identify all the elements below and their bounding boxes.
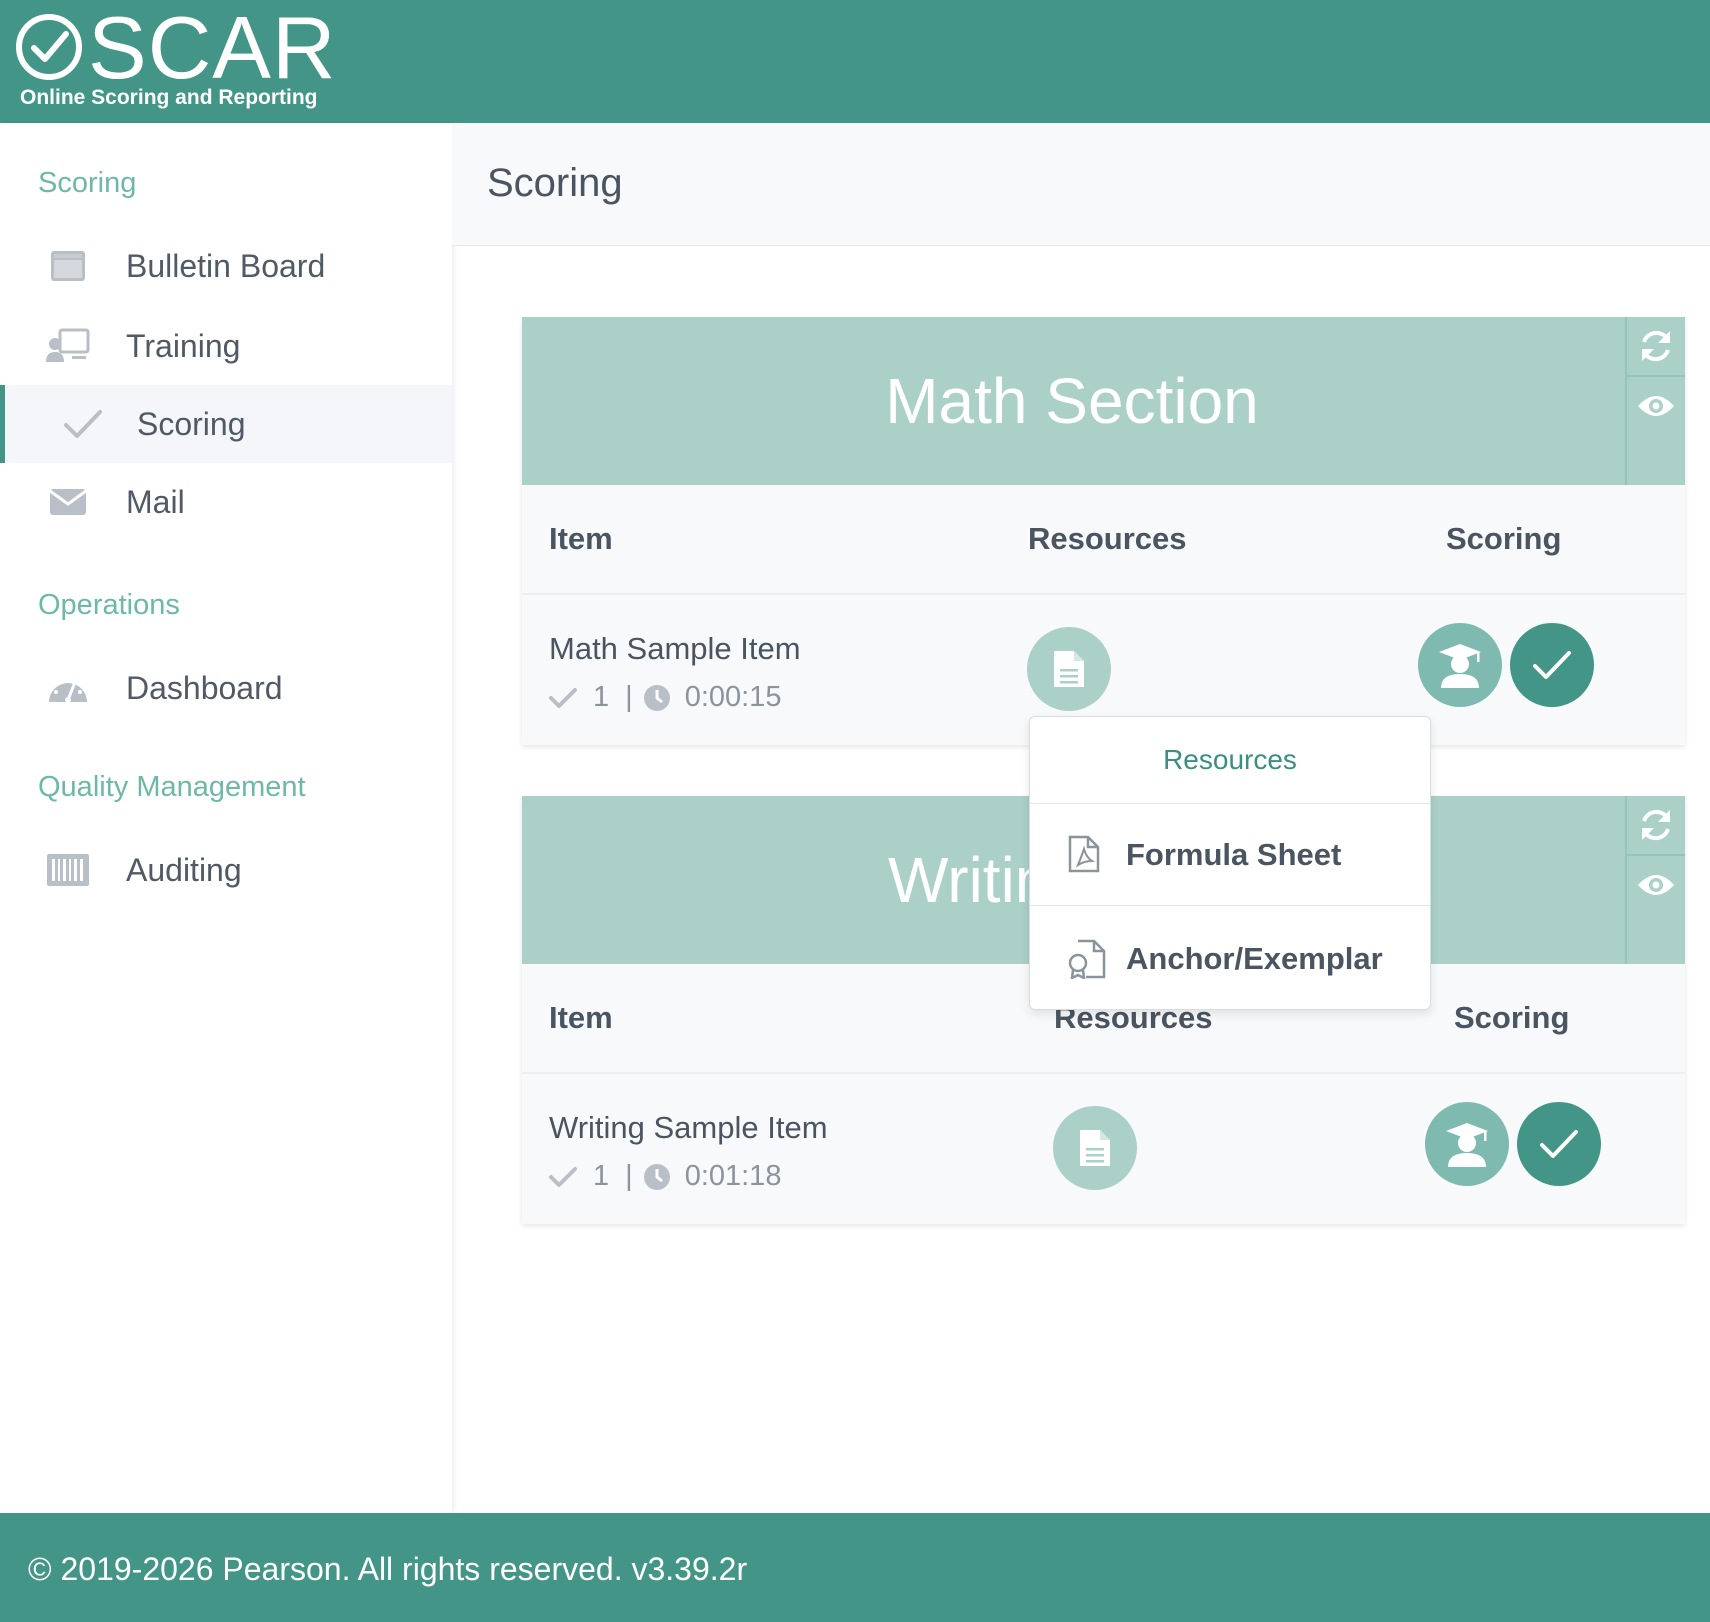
dropdown-item-label: Formula Sheet bbox=[1126, 837, 1342, 872]
envelope-icon bbox=[46, 483, 90, 521]
presentation-icon bbox=[46, 327, 90, 365]
view-button[interactable] bbox=[1627, 377, 1685, 435]
sidebar-item-dashboard[interactable]: Dashboard bbox=[0, 649, 452, 727]
item-meta: 1 | 0:00:15 bbox=[549, 681, 781, 714]
sidebar-item-mail[interactable]: Mail bbox=[0, 463, 452, 541]
resources-dropdown: Resources Formula Sheet Anchor/Exemplar bbox=[1029, 716, 1431, 1010]
file-icon bbox=[1054, 651, 1084, 687]
resources-button[interactable] bbox=[1053, 1106, 1137, 1190]
refresh-button[interactable] bbox=[1627, 317, 1685, 377]
logo-wordmark: SCAR bbox=[88, 0, 337, 97]
app-header: SCAR Online Scoring and Reporting bbox=[0, 0, 1710, 123]
eye-icon bbox=[1638, 875, 1674, 895]
check-icon bbox=[61, 405, 105, 443]
score-button[interactable] bbox=[1510, 623, 1594, 707]
score-button[interactable] bbox=[1517, 1102, 1601, 1186]
check-icon bbox=[1540, 1130, 1578, 1158]
view-button[interactable] bbox=[1627, 856, 1685, 914]
training-score-button[interactable] bbox=[1418, 623, 1502, 707]
page-title: Scoring bbox=[487, 161, 623, 205]
logo-subtitle: Online Scoring and Reporting bbox=[20, 86, 318, 109]
sidebar-item-auditing[interactable]: Auditing bbox=[0, 831, 452, 909]
column-header-scoring: Scoring bbox=[1454, 1000, 1570, 1035]
sidebar: Scoring Bulletin Board Training Scoring … bbox=[0, 123, 452, 1513]
section-card-math: Math Section Item Resources Scoring Math… bbox=[522, 317, 1685, 745]
sidebar-item-label: Training bbox=[126, 327, 241, 364]
sidebar-item-label: Dashboard bbox=[126, 669, 283, 706]
dropdown-item-label: Anchor/Exemplar bbox=[1126, 941, 1383, 976]
dropdown-header: Resources bbox=[1030, 717, 1430, 804]
item-count: 1 bbox=[593, 681, 610, 713]
graduate-icon bbox=[1439, 644, 1481, 688]
dropdown-item-anchor-exemplar[interactable]: Anchor/Exemplar bbox=[1030, 907, 1430, 1009]
meta-separator: | bbox=[625, 1160, 633, 1192]
item-time: 0:01:18 bbox=[684, 1160, 782, 1192]
barcode-icon bbox=[46, 851, 90, 889]
gauge-icon bbox=[46, 669, 90, 707]
check-icon bbox=[549, 687, 577, 708]
resources-button[interactable] bbox=[1027, 627, 1111, 711]
footer-copyright: © 2019-2026 Pearson. All rights reserved… bbox=[28, 1551, 748, 1587]
section-tools bbox=[1625, 796, 1685, 964]
item-meta: 1 | 0:01:18 bbox=[549, 1160, 781, 1193]
training-score-button[interactable] bbox=[1425, 1102, 1509, 1186]
sidebar-item-label: Auditing bbox=[126, 851, 242, 888]
sidebar-item-bulletin-board[interactable]: Bulletin Board bbox=[0, 227, 452, 305]
section-title: Math Section bbox=[885, 365, 1259, 437]
item-time: 0:00:15 bbox=[684, 681, 782, 713]
column-header-item: Item bbox=[549, 521, 613, 556]
footer: © 2019-2026 Pearson. All rights reserved… bbox=[0, 1513, 1710, 1622]
refresh-button[interactable] bbox=[1627, 796, 1685, 856]
clock-icon bbox=[643, 684, 670, 711]
section-header: Math Section bbox=[522, 317, 1685, 485]
item-count: 1 bbox=[593, 1160, 610, 1192]
certificate-file-icon bbox=[1068, 939, 1106, 984]
file-icon bbox=[1080, 1130, 1110, 1166]
clock-icon bbox=[643, 1163, 670, 1190]
sidebar-item-label: Bulletin Board bbox=[126, 247, 326, 284]
sidebar-item-label: Mail bbox=[126, 483, 185, 520]
check-icon bbox=[1533, 651, 1571, 679]
sidebar-section-operations: Operations bbox=[38, 589, 180, 621]
column-header-resources: Resources bbox=[1028, 521, 1187, 556]
oscar-logo[interactable]: SCAR Online Scoring and Reporting bbox=[16, 2, 336, 112]
page-title-bar: Scoring bbox=[452, 123, 1710, 246]
column-header-item: Item bbox=[549, 1000, 613, 1035]
item-name: Math Sample Item bbox=[549, 631, 801, 666]
graduate-icon bbox=[1446, 1123, 1488, 1167]
table-row: Writing Sample Item 1 | 0:01:18 bbox=[522, 1074, 1685, 1224]
refresh-icon bbox=[1642, 809, 1670, 841]
eye-icon bbox=[1638, 396, 1674, 416]
sidebar-item-scoring[interactable]: Scoring bbox=[0, 385, 452, 463]
pdf-file-icon bbox=[1068, 835, 1100, 878]
sidebar-item-label: Scoring bbox=[137, 405, 246, 442]
item-name: Writing Sample Item bbox=[549, 1110, 828, 1145]
sidebar-section-quality-management: Quality Management bbox=[38, 771, 306, 803]
sidebar-section-scoring: Scoring bbox=[38, 167, 137, 199]
check-icon bbox=[549, 1166, 577, 1187]
calendar-icon bbox=[46, 247, 90, 285]
dropdown-item-formula-sheet[interactable]: Formula Sheet bbox=[1030, 803, 1430, 906]
meta-separator: | bbox=[625, 681, 633, 713]
logo-check-circle-icon bbox=[16, 14, 82, 80]
refresh-icon bbox=[1642, 330, 1670, 362]
column-headers: Item Resources Scoring bbox=[522, 485, 1685, 595]
section-tools bbox=[1625, 317, 1685, 485]
sidebar-item-training[interactable]: Training bbox=[0, 307, 452, 385]
column-header-scoring: Scoring bbox=[1446, 521, 1562, 556]
